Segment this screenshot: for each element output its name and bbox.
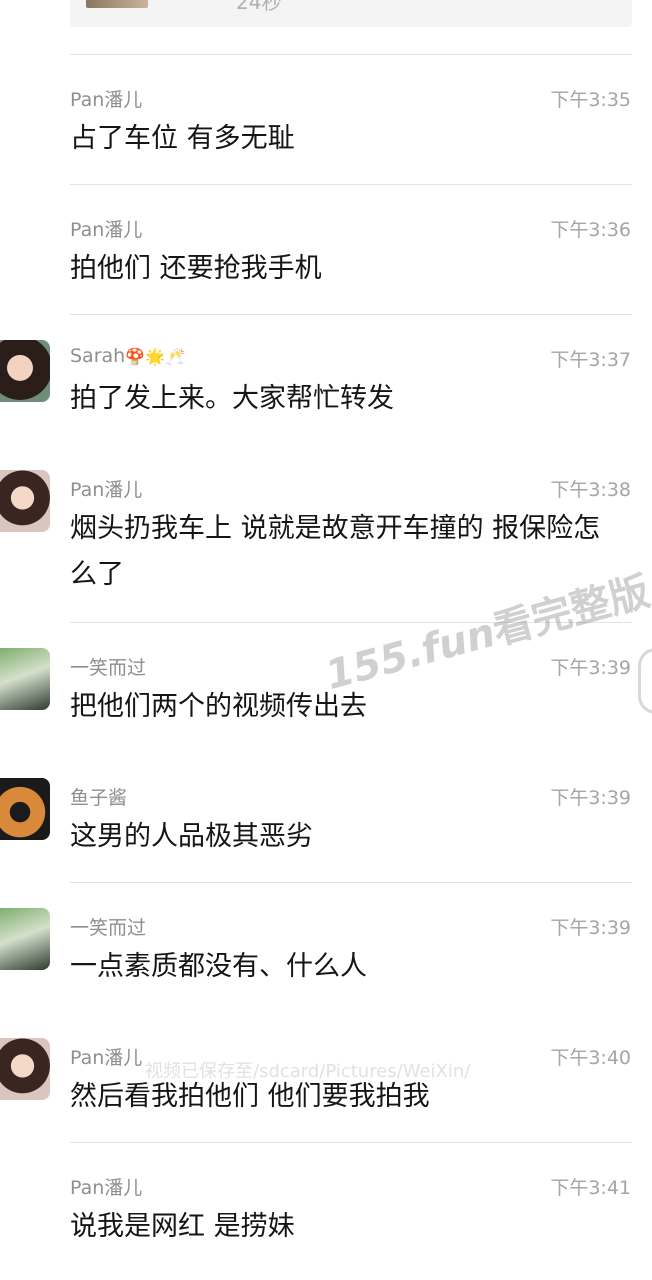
divider [70,184,632,185]
divider [70,54,632,55]
message-text: 占了车位 有多无耻 [70,123,295,154]
message-text: 一点素质都没有、什么人 [70,951,367,982]
message-time: 下午3:38 [550,479,631,501]
message-time: 下午3:39 [550,787,631,809]
message-time: 下午3:37 [550,349,631,371]
avatar[interactable] [0,340,50,402]
message-time: 下午3:40 [550,1047,631,1069]
message-text: 拍了发上来。大家帮忙转发 [70,383,394,414]
sender-name: 鱼子酱 [70,787,128,809]
message-time: 下午3:41 [550,1177,631,1199]
name-emoji: 🍄🌟🥂 [125,347,185,366]
avatar[interactable] [0,778,50,840]
sender-name: Pan潘儿 [70,1047,143,1069]
video-thumbnail [86,0,148,8]
message-time: 下午3:39 [550,657,631,679]
divider [70,882,632,883]
sender-name: 一笑而过 [70,917,147,939]
sender-name: 一笑而过 [70,657,147,679]
video-message-card[interactable]: 24秒 [70,0,632,27]
message-time: 下午3:35 [550,89,631,111]
divider [70,314,632,315]
save-toast: 视频已保存至/sdcard/Pictures/WeiXin/ [145,1061,471,1082]
avatar[interactable] [0,648,50,710]
video-duration: 24秒 [236,0,282,14]
sender-name: Pan潘儿 [70,1177,143,1199]
scroll-indicator [638,648,652,714]
message-time: 下午3:36 [550,219,631,241]
divider [70,1142,632,1143]
sender-name: Pan潘儿 [70,479,143,501]
avatar[interactable] [0,1038,50,1100]
message-text: 这男的人品极其恶劣 [70,821,313,852]
sender-name: Pan潘儿 [70,89,143,111]
avatar[interactable] [0,470,50,532]
message-text: 拍他们 还要抢我手机 [70,253,322,284]
message-text: 说我是网红 是捞妹 [70,1211,295,1242]
sender-name: Pan潘儿 [70,219,143,241]
sender-name: Sarah🍄🌟🥂 [70,345,185,367]
message-time: 下午3:39 [550,917,631,939]
avatar[interactable] [0,908,50,970]
